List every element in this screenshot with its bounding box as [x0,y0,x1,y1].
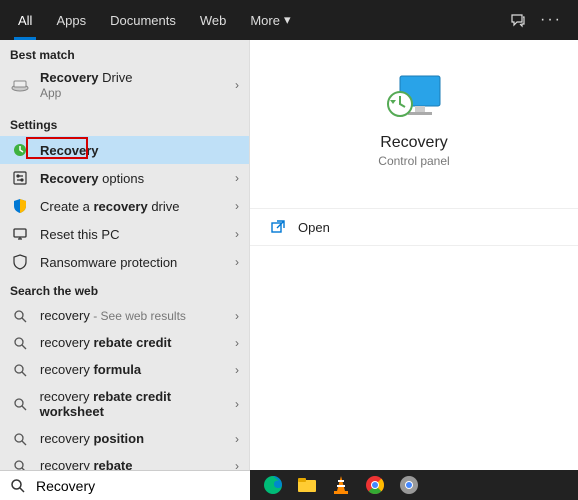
more-options-icon[interactable]: ··· [540,11,562,29]
result-label: recovery rebate [40,458,133,470]
search-icon [10,459,30,471]
results-pane: Best match Recovery Drive App › Settings… [0,40,250,470]
web-result-2[interactable]: recovery formula › [0,356,249,383]
search-icon [10,336,30,350]
section-settings: Settings [0,110,249,136]
security-icon [10,254,30,270]
result-label: Recovery options [40,171,144,186]
web-result-5[interactable]: recovery rebate › [0,452,249,470]
taskbar-chrome2-icon[interactable] [398,474,420,496]
preview-subtitle: Control panel [378,154,449,168]
tab-documents[interactable]: Documents [98,0,188,40]
tab-web-label: Web [200,13,227,28]
search-icon [10,309,30,323]
result-ransomware[interactable]: Ransomware protection › [0,248,249,276]
tab-more[interactable]: More ▾ [238,0,302,40]
search-bar[interactable] [0,470,250,500]
taskbar-explorer-icon[interactable] [296,474,318,496]
result-label: Reset this PC [40,227,119,242]
tab-all-label: All [18,13,32,28]
chevron-right-icon: › [235,199,239,213]
result-label: recovery rebate credit [40,335,172,350]
result-label: Recovery Drive App [40,70,133,100]
tab-apps[interactable]: Apps [44,0,98,40]
section-best-match: Best match [0,40,249,66]
drive-icon [10,77,30,93]
action-open-label: Open [298,220,330,235]
chevron-down-icon: ▾ [284,12,291,28]
tab-all[interactable]: All [6,0,44,40]
chevron-right-icon: › [235,227,239,241]
search-icon [10,478,26,494]
chevron-right-icon: › [235,397,239,411]
chevron-right-icon: › [235,309,239,323]
taskbar-edge-icon[interactable] [262,474,284,496]
result-reset-pc[interactable]: Reset this PC › [0,220,249,248]
reset-icon [10,226,30,242]
chevron-right-icon: › [235,171,239,185]
chevron-right-icon: › [235,255,239,269]
result-label: Ransomware protection [40,255,177,270]
web-result-3[interactable]: recovery rebate credit worksheet › [0,383,249,425]
header-tabs: All Apps Documents Web More ▾ [6,0,303,40]
search-input[interactable] [36,478,240,494]
options-icon [10,170,30,186]
result-recovery-drive[interactable]: Recovery Drive App › [0,66,249,110]
open-icon [270,219,286,235]
chevron-right-icon: › [235,363,239,377]
feedback-icon[interactable] [510,12,526,28]
search-icon [10,397,30,411]
chevron-right-icon: › [235,459,239,471]
taskbar-chrome-icon[interactable] [364,474,386,496]
tab-apps-label: Apps [56,13,86,28]
result-label: Create a recovery drive [40,199,180,214]
result-label: Recovery [40,143,99,158]
web-result-1[interactable]: recovery rebate credit › [0,329,249,356]
result-label: recovery - See web results [40,308,186,323]
result-recovery[interactable]: Recovery [0,136,249,164]
result-label: recovery rebate credit worksheet [40,389,235,419]
tab-documents-label: Documents [110,13,176,28]
chevron-right-icon: › [235,78,239,92]
taskbar-vlc-icon[interactable] [330,474,352,496]
search-icon [10,432,30,446]
shield-icon [10,198,30,214]
chevron-right-icon: › [235,336,239,350]
result-create-recovery-drive[interactable]: Create a recovery drive › [0,192,249,220]
search-icon [10,363,30,377]
result-label: recovery position [40,431,144,446]
taskbar [250,470,578,500]
chevron-right-icon: › [235,432,239,446]
web-result-4[interactable]: recovery position › [0,425,249,452]
tab-web[interactable]: Web [188,0,239,40]
preview-pane: Recovery Control panel Open [250,40,578,470]
action-open[interactable]: Open [250,208,578,246]
result-label: recovery formula [40,362,141,377]
web-result-0[interactable]: recovery - See web results › [0,302,249,329]
section-web: Search the web [0,276,249,302]
tab-more-label: More [250,13,280,28]
search-header: All Apps Documents Web More ▾ ··· [0,0,578,40]
recovery-cpl-icon [10,142,30,158]
recovery-large-icon [382,70,446,122]
preview-title: Recovery [380,134,448,152]
result-recovery-options[interactable]: Recovery options › [0,164,249,192]
